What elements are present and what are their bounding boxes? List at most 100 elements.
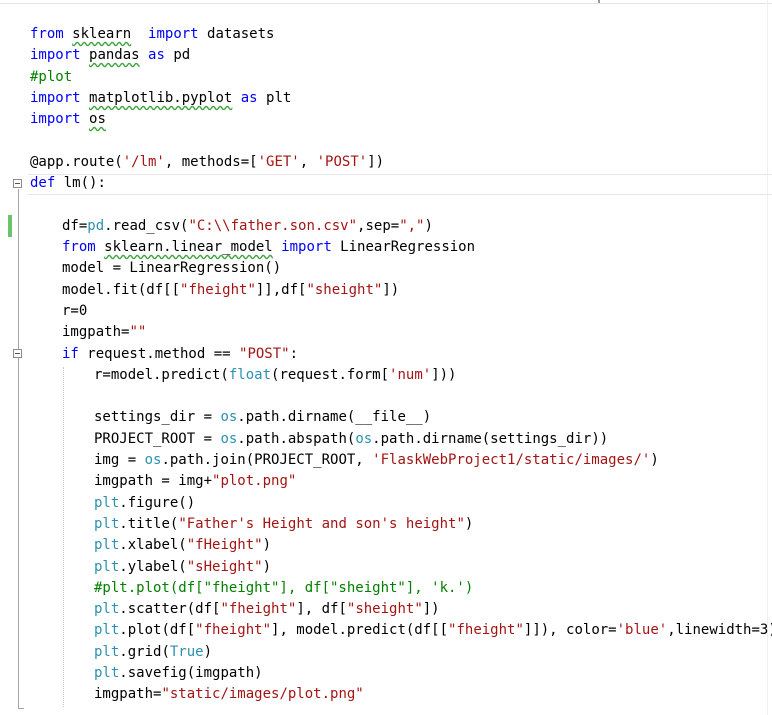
code-token: sklearn — [72, 26, 132, 42]
code-token: os — [220, 430, 238, 447]
code-line[interactable]: #plt.plot(df["fheight"], df["sheight"], … — [94, 578, 473, 599]
code-token: .path.join(PROJECT_ROOT, — [161, 452, 373, 468]
code-token: True — [169, 643, 204, 660]
code-token: .path.dirname(settings_dir)) — [372, 430, 609, 447]
code-token: (request.form[ — [271, 366, 390, 383]
code-line[interactable]: imgpath="static/images/plot.png" — [94, 684, 364, 705]
code-token: ) — [464, 515, 474, 532]
splitter-handle[interactable] — [598, 0, 600, 3]
code-token: ]) — [367, 153, 385, 170]
code-token: @app.route( — [30, 153, 123, 170]
code-line[interactable]: def lm(): — [30, 173, 106, 194]
code-token: "fheight" — [448, 622, 524, 639]
code-line[interactable]: r=0 — [62, 301, 87, 322]
code-token: pd — [87, 217, 105, 234]
code-line[interactable]: imgpath = img+"plot.png" — [94, 471, 296, 492]
code-line[interactable]: img = os.path.join(PROJECT_ROOT, 'FlaskW… — [94, 450, 659, 471]
code-token: .path.dirname(__file__) — [237, 409, 432, 426]
code-line[interactable]: plt.title("Father's Height and son's hei… — [94, 514, 473, 535]
indent-guide — [63, 367, 64, 707]
code-line[interactable]: from sklearn import datasets — [30, 24, 274, 45]
code-token: .ylabel( — [119, 558, 187, 575]
code-token: import — [30, 47, 90, 64]
code-token: ])) — [431, 366, 457, 383]
code-token: df= — [62, 217, 88, 234]
code-token: plt — [94, 665, 120, 681]
code-token: imgpath = img+ — [94, 473, 213, 490]
code-token: model.fit(df[[ — [62, 281, 181, 298]
code-token: as — [148, 47, 165, 64]
code-token: ,sep= — [357, 217, 400, 234]
code-token: sklearn.linear_model — [104, 239, 273, 255]
code-line[interactable]: plt.figure() — [94, 493, 195, 514]
code-line[interactable]: df=pd.read_csv("C:\\father.son.csv",sep=… — [62, 216, 433, 237]
code-token: plt — [94, 601, 120, 618]
code-token: "" — [129, 324, 147, 341]
code-line[interactable]: plt.ylabel("sHeight") — [94, 557, 271, 578]
code-token: 'GET' — [257, 153, 300, 170]
code-token: "C:\\father.son.csv" — [188, 217, 358, 234]
code-token: .xlabel( — [119, 537, 187, 554]
code-token: ) — [262, 558, 272, 575]
code-line[interactable]: imgpath="" — [62, 322, 146, 343]
code-token: : — [289, 345, 299, 362]
code-line[interactable]: from sklearn.linear_model import LinearR… — [62, 237, 475, 258]
code-token: import — [30, 89, 90, 106]
code-line[interactable]: r=model.predict(float(request.form['num'… — [94, 365, 456, 386]
code-token: "," — [399, 217, 425, 234]
code-token: .grid( — [119, 643, 170, 660]
code-token: ) — [203, 643, 213, 660]
code-line[interactable]: plt.plot(df["fheight"], model.predict(df… — [94, 620, 772, 641]
code-line[interactable]: #plot — [30, 67, 72, 88]
code-line[interactable]: model.fit(df[["fheight"]],df["sheight"]) — [62, 280, 399, 301]
code-token: pandas — [89, 47, 140, 64]
code-editor[interactable]: from sklearn import datasets import panda… — [0, 0, 772, 715]
code-token: "Father's Height and son's height" — [178, 515, 465, 532]
code-token: 'blue' — [616, 622, 668, 639]
code-token: os — [89, 111, 106, 128]
code-token: os — [220, 409, 238, 426]
code-line[interactable]: import matplotlib.pyplot as plt — [30, 88, 291, 109]
code-token: "sHeight" — [186, 558, 263, 575]
code-line[interactable]: settings_dir = os.path.dirname(__file__) — [94, 407, 431, 428]
code-token: ,linewidth=3) — [667, 622, 772, 639]
code-token: plt — [94, 622, 120, 639]
code-token: plt — [94, 643, 120, 660]
code-token: plt — [94, 494, 120, 511]
code-line[interactable]: model = LinearRegression() — [62, 258, 281, 279]
code-token: settings_dir = — [94, 409, 221, 426]
code-token: #plot — [30, 68, 73, 85]
current-line-highlight — [28, 174, 772, 195]
code-line[interactable]: @app.route('/lm', methods=['GET', 'POST'… — [30, 152, 384, 173]
code-token: if — [62, 345, 79, 362]
code-line[interactable]: import os — [30, 109, 106, 130]
editor-gutter[interactable] — [0, 0, 28, 715]
code-token: .savefig(imgpath) — [119, 665, 263, 681]
code-token: as — [240, 89, 258, 106]
code-token: "sheight" — [306, 281, 383, 298]
collapse-toggle-icon[interactable] — [13, 349, 22, 358]
editor-right-edge — [767, 0, 768, 715]
fold-region-end — [18, 708, 24, 709]
code-line[interactable]: plt.savefig(imgpath) — [94, 663, 263, 684]
code-line[interactable]: plt.scatter(df["fheight"], df["sheight"]… — [94, 599, 440, 620]
code-line[interactable]: PROJECT_ROOT = os.path.abspath(os.path.d… — [94, 429, 608, 450]
code-token: img = — [94, 452, 145, 468]
code-token: ], df[ — [296, 601, 347, 618]
code-line[interactable]: plt.xlabel("fHeight") — [94, 535, 271, 556]
code-token: ]]), color= — [523, 622, 617, 639]
code-line[interactable]: plt.grid(True) — [94, 642, 212, 663]
code-token: matplotlib.pyplot — [89, 89, 233, 106]
collapse-toggle-icon[interactable] — [13, 179, 22, 188]
code-token: ]) — [422, 601, 440, 618]
code-token: .path.abspath( — [237, 430, 356, 447]
code-token: PROJECT_ROOT = — [94, 430, 221, 447]
code-token: plt — [94, 558, 120, 575]
code-token: datasets — [198, 26, 275, 42]
code-token: plt — [94, 515, 120, 532]
code-line[interactable]: import pandas as pd — [30, 45, 190, 66]
code-token: "fheight" — [180, 281, 256, 298]
code-token: 'FlaskWebProject1/static/images/' — [372, 452, 651, 468]
code-line[interactable]: if request.method == "POST": — [62, 344, 298, 365]
